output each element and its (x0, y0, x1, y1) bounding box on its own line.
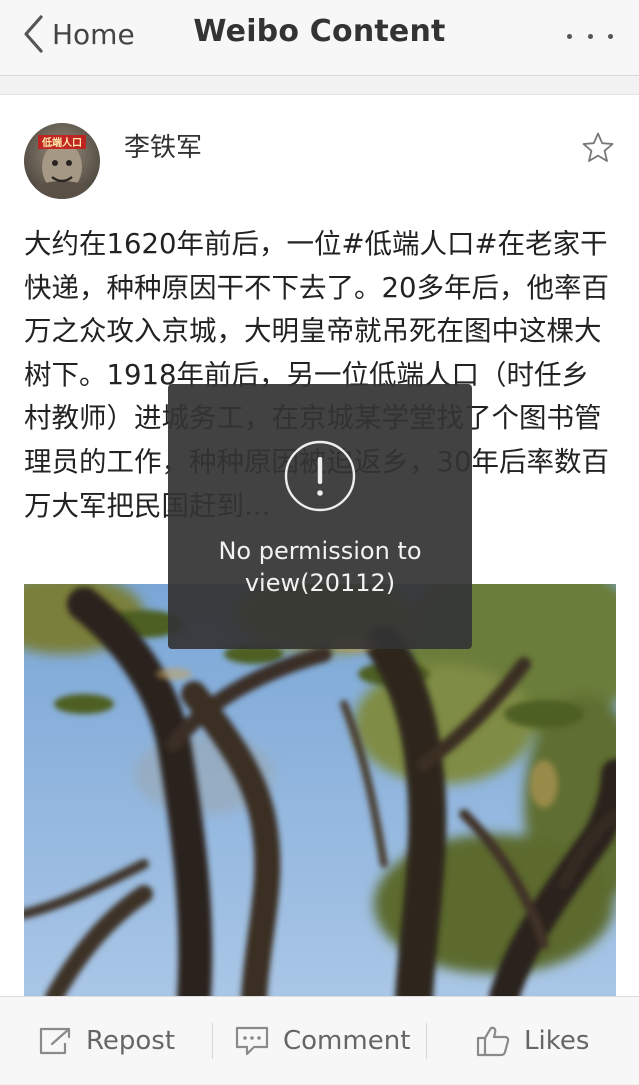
likes-label: Likes (524, 1026, 590, 1056)
star-icon[interactable] (581, 131, 615, 165)
thumbs-up-icon (476, 1026, 510, 1057)
username[interactable]: 李铁军 (124, 127, 202, 164)
avatar[interactable]: 低端人口 (24, 123, 100, 199)
page-title: Weibo Content (193, 14, 446, 49)
comment-icon (235, 1026, 269, 1056)
share-icon (39, 1027, 71, 1055)
bottom-toolbar: Repost Comment Likes (0, 996, 639, 1084)
like-button[interactable]: Likes (476, 997, 589, 1085)
avatar-badge-text: 低端人口 (41, 136, 82, 149)
exclamation-icon (284, 440, 356, 512)
toolbar-divider (426, 1023, 427, 1059)
error-toast: No permission to view(20112) (168, 384, 472, 649)
repost-label: Repost (86, 1026, 176, 1056)
more-button[interactable] (567, 24, 613, 48)
more-dot-icon (587, 33, 593, 39)
comment-label: Comment (283, 1026, 411, 1056)
navigation-bar: Home Weibo Content (0, 0, 639, 76)
more-dot-icon (608, 33, 613, 39)
toast-message: No permission to view(20112) (218, 537, 422, 597)
repost-button[interactable]: Repost (38, 997, 175, 1085)
toolbar-divider (212, 1023, 213, 1059)
more-dot-icon (567, 33, 572, 39)
avatar-image: 低端人口 (24, 123, 100, 199)
comment-button[interactable]: Comment (235, 997, 410, 1085)
